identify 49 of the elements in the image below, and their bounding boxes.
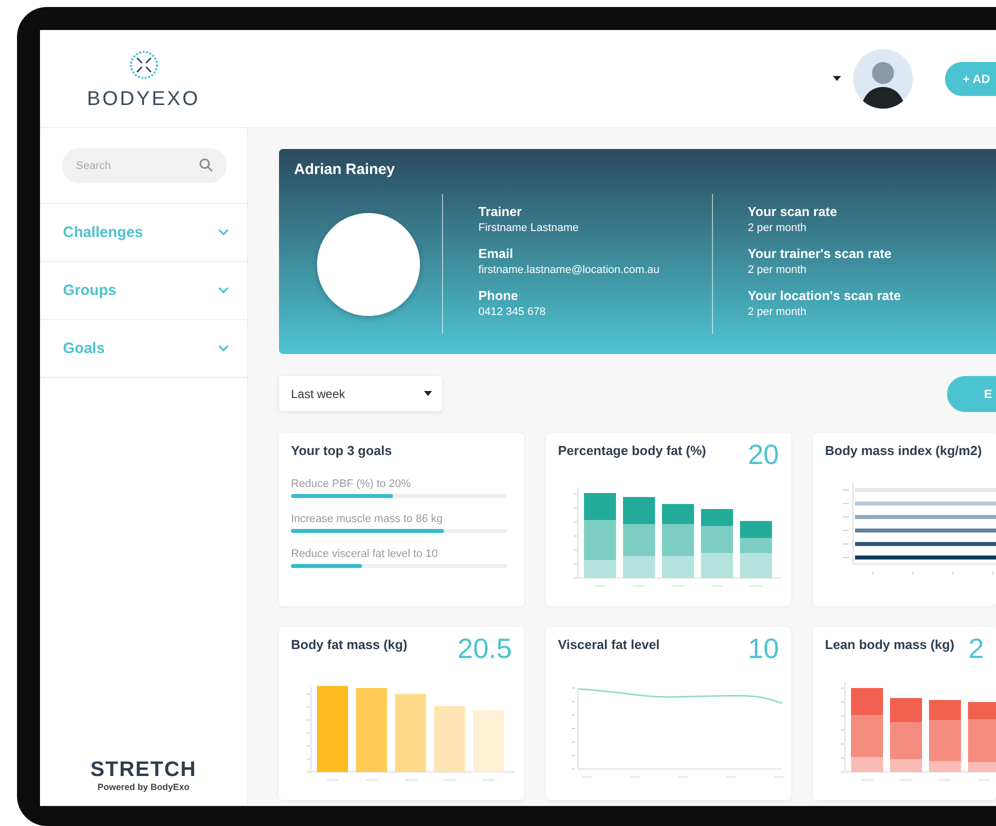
action-button[interactable]: E xyxy=(947,376,996,412)
chevron-icon xyxy=(218,345,229,352)
goal-label: Reduce PBF (%) to 20% xyxy=(291,478,412,490)
period-dropdown[interactable]: Last week xyxy=(279,376,442,411)
card-title: Body mass index (kg/m2) xyxy=(825,443,982,458)
rate-value: 2 per month xyxy=(748,306,808,318)
metric-value: 20 xyxy=(748,441,779,469)
rate-value: 2 per month xyxy=(748,264,808,276)
sidebar-item[interactable]: Groups xyxy=(40,262,247,320)
card-title: Your top 3 goals xyxy=(291,443,393,458)
rate-label: Your trainer's scan rate xyxy=(748,246,892,261)
chart-bar xyxy=(473,710,504,772)
bar-segment xyxy=(701,553,733,578)
card-title: Body fat mass (kg) xyxy=(291,637,408,652)
chevron-icon xyxy=(218,229,229,236)
detail-value: Firstname Lastname xyxy=(478,222,580,234)
detail-value: firstname.lastname@location.com.au xyxy=(478,264,661,276)
caret-icon[interactable] xyxy=(832,76,841,81)
sidebar-item[interactable]: Goals xyxy=(40,320,247,378)
detail-label: Trainer xyxy=(478,204,523,219)
bar-segment xyxy=(740,521,772,538)
detail-label: Phone xyxy=(478,288,520,303)
add-button[interactable]: + AD xyxy=(944,62,996,96)
search-field[interactable]: Search xyxy=(62,148,227,183)
search-icon xyxy=(199,158,213,172)
detail-value: 0412 345 678 xyxy=(478,306,547,318)
goal-label: Reduce visceral fat level to 10 xyxy=(291,548,439,560)
footer-tagline: Powered by BodyExo xyxy=(97,782,190,792)
chevron-icon xyxy=(218,287,229,294)
card-title: Percentage body fat (%) xyxy=(558,443,706,458)
rate-label: Your location's scan rate xyxy=(748,288,902,303)
detail-label: Email xyxy=(478,246,514,261)
sidebar-item[interactable]: Challenges xyxy=(40,204,247,262)
rate-label: Your scan rate xyxy=(748,204,838,219)
footer-brand: STRETCH xyxy=(90,758,197,782)
caret-icon xyxy=(424,391,432,396)
metric-value: 20.5 xyxy=(458,635,512,663)
goal-label: Increase muscle mass to 86 kg xyxy=(291,513,444,525)
card-title: Lean body mass (kg) xyxy=(825,637,954,652)
metric-value: 2 xyxy=(968,635,984,663)
brand-name: BODYEXO xyxy=(87,88,200,111)
profile-name: Adrian Rainey xyxy=(294,161,396,178)
chart-bar xyxy=(434,706,465,772)
bar-segment xyxy=(623,497,655,524)
card-title: Visceral fat level xyxy=(558,637,660,652)
logo-icon xyxy=(128,50,158,80)
avatar-icon[interactable] xyxy=(852,48,913,108)
metric-value: 10 xyxy=(748,635,779,663)
rate-value: 2 per month xyxy=(748,222,808,234)
